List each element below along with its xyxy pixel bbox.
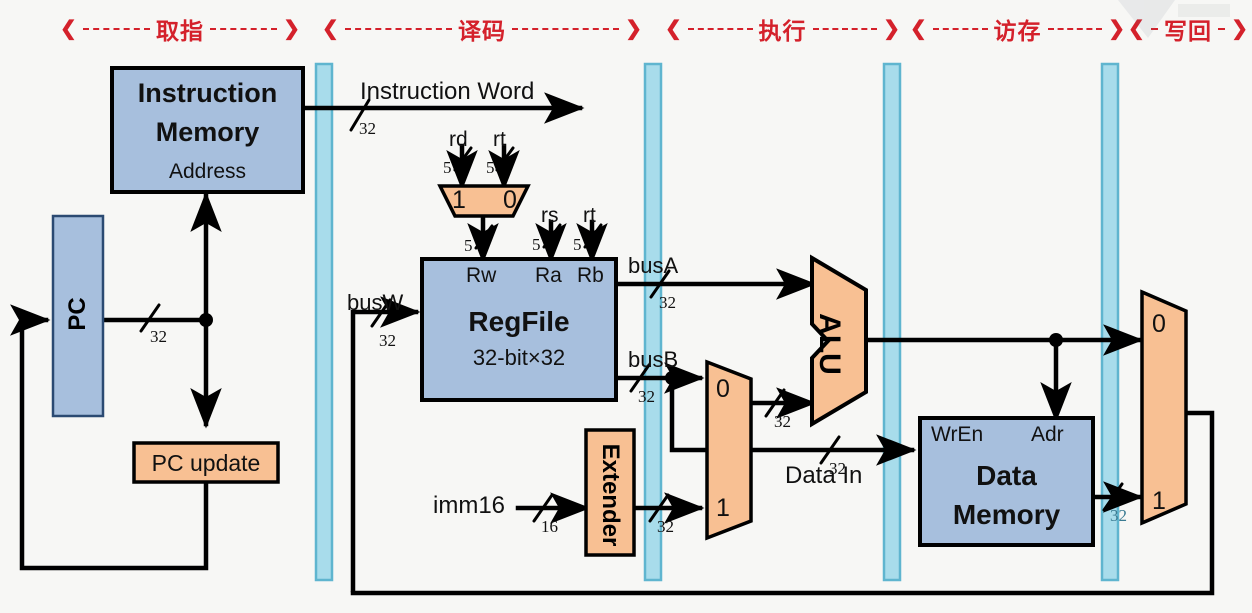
data-memory-line2: Memory <box>952 499 1061 530</box>
width-imm16: 16 <box>541 517 558 536</box>
pc-label: PC <box>64 297 91 331</box>
datapath-diagram: ❮ 取指 ❯ ❮ 译码 ❯ ❮ 执行 ❯ ❮ 访存 ❯ ❮ 写回 ❯ Instr… <box>0 0 1252 613</box>
alu-src-mux-label-1: 1 <box>716 494 730 522</box>
writeback-mux-label-0: 0 <box>1152 310 1166 338</box>
signal-data-in-label: Data In <box>785 462 863 489</box>
width-alu-b-in: 32 <box>774 412 791 431</box>
data-memory-line1: Data <box>976 460 1037 491</box>
junction-dot-pc <box>199 313 213 327</box>
signal-busb-label: busB <box>628 347 679 372</box>
regfile-port-ra: Ra <box>535 264 562 287</box>
instruction-memory-line1: Instruction <box>137 78 278 108</box>
width-pc-out: 32 <box>150 327 167 346</box>
regfile-title: RegFile <box>468 306 570 337</box>
extender-label: Extender <box>597 443 624 547</box>
instruction-memory-line2: Memory <box>155 117 260 147</box>
signal-rs-label: rs <box>541 204 559 227</box>
width-instr-word: 32 <box>359 119 376 138</box>
write-register-mux-label-0: 0 <box>503 186 517 214</box>
signal-busa-label: busA <box>628 253 679 278</box>
width-busb: 32 <box>638 387 655 406</box>
write-register-mux-label-1: 1 <box>452 186 466 214</box>
signal-rt-reg-label: rt <box>583 204 596 227</box>
pipeline-reg-if-id <box>314 62 334 582</box>
signal-imm16-label: imm16 <box>433 492 506 519</box>
instruction-word-label: Instruction Word <box>360 78 535 105</box>
background-artifact <box>1118 0 1230 38</box>
width-mux-out-sel: 5 <box>464 236 473 255</box>
alu-src-mux-label-0: 0 <box>716 375 730 403</box>
width-rs-sel: 5 <box>532 235 541 254</box>
width-ext-out: 32 <box>657 517 674 536</box>
pipeline-reg-ex-mem <box>882 62 902 582</box>
width-dmem-out: 32 <box>1110 506 1127 525</box>
width-busa: 32 <box>659 293 676 312</box>
data-memory-port-adr: Adr <box>1031 423 1064 446</box>
regfile-port-rw: Rw <box>466 264 497 287</box>
data-memory-port-wren: WrEn <box>931 423 984 446</box>
width-rt-reg-sel: 5 <box>573 235 582 254</box>
pc-update-label: PC update <box>151 450 261 476</box>
instruction-memory-port-address: Address <box>168 160 247 183</box>
signal-rt-top-label: rt <box>493 128 506 151</box>
writeback-mux-label-1: 1 <box>1152 487 1166 515</box>
width-rd-sel: 5 <box>443 158 452 177</box>
regfile-subtitle: 32-bit×32 <box>472 345 566 370</box>
width-rt-sel: 5 <box>486 158 495 177</box>
wire-busw-into-regfile <box>350 296 421 593</box>
signal-rd-label: rd <box>449 128 468 151</box>
alu-label: ALU <box>813 313 846 375</box>
regfile-port-rb: Rb <box>577 264 604 287</box>
width-data-in: 32 <box>829 459 846 478</box>
pipeline-reg-id-ex <box>643 62 663 582</box>
signal-busw-label: busW <box>347 290 404 315</box>
width-busw: 32 <box>379 331 396 350</box>
